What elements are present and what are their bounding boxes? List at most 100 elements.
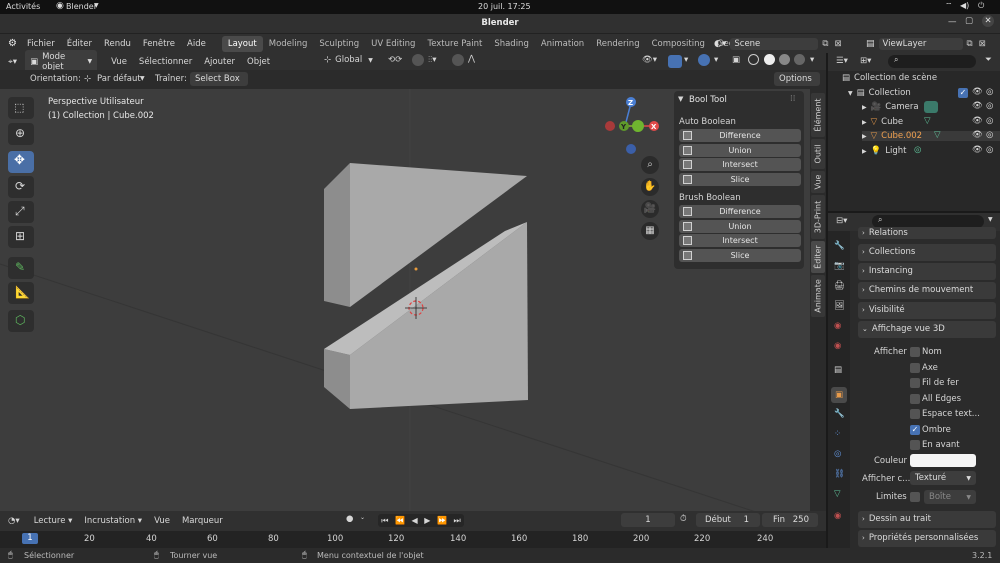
properties-editor-icon[interactable]: ⊟▾: [836, 216, 847, 226]
tab-texture-paint[interactable]: Texture Paint: [421, 36, 488, 52]
expand-arrow-icon[interactable]: ▼: [848, 90, 853, 97]
cursor-tool[interactable]: ⊕: [8, 123, 34, 145]
options-dropdown[interactable]: Options: [774, 72, 820, 86]
snap-options-icon[interactable]: ⫶⫶▾: [428, 55, 437, 65]
outliner-item-cube-002[interactable]: ▶ ▽ Cube.002 ▽ 👁 ◎: [862, 130, 1000, 141]
tab-layout[interactable]: Layout: [221, 35, 263, 52]
app-menu-button[interactable]: Blender: [66, 2, 97, 11]
auto-difference-button[interactable]: Difference: [679, 129, 801, 142]
menu-aide[interactable]: Aide: [181, 39, 212, 49]
playback-dropdown[interactable]: Lecture ▾: [28, 516, 79, 526]
material-shading-icon[interactable]: [779, 54, 790, 65]
tab-tool[interactable]: Outil: [811, 139, 825, 169]
checkbox-5[interactable]: ✓: [910, 425, 920, 435]
output-tab-icon[interactable]: 🖨: [834, 281, 845, 291]
editor-type-icon[interactable]: ⌖▾: [8, 57, 17, 67]
scene-copy-icon[interactable]: ⧉: [822, 39, 828, 49]
jump-key-forward-icon[interactable]: ⏩: [437, 516, 447, 525]
viewlayer-delete-icon[interactable]: ⊠: [979, 39, 986, 49]
measure-tool[interactable]: 📐: [8, 282, 34, 304]
light-data-icon[interactable]: ◎: [914, 145, 921, 155]
xray-icon[interactable]: ▣: [732, 55, 740, 65]
tab-animate[interactable]: Animate: [811, 275, 825, 317]
eye-icon[interactable]: 👁: [972, 145, 983, 155]
visibility-icon[interactable]: 👁▾: [642, 55, 657, 65]
menu-vue[interactable]: Vue: [105, 57, 133, 67]
tab-edit[interactable]: Éditer: [811, 241, 825, 273]
menu-objet[interactable]: Objet: [241, 57, 276, 67]
section-custom-properties[interactable]: › Propriétés personnalisées: [858, 530, 996, 547]
transform-orientation[interactable]: ⊹ Global ▼: [324, 55, 373, 65]
collapse-arrow-icon[interactable]: ▼: [678, 95, 683, 103]
expand-arrow-icon[interactable]: ▶: [862, 119, 867, 126]
snap-icon[interactable]: [412, 54, 424, 66]
drag-handle-icon[interactable]: ⁞⁞: [790, 94, 795, 104]
proportional-edit-icon[interactable]: [452, 54, 464, 66]
checkbox-2[interactable]: [910, 378, 920, 388]
object-tab-icon[interactable]: ▣: [831, 387, 847, 403]
checkbox-0[interactable]: [910, 347, 920, 357]
view-layer-tab-icon[interactable]: 🖼: [834, 301, 845, 311]
record-icon[interactable]: ●: [346, 514, 353, 524]
overlay-dropdown-icon[interactable]: ▾: [714, 55, 718, 65]
display-as-dropdown[interactable]: Texturé ▼: [910, 471, 976, 485]
pan-hand-icon[interactable]: ✋: [641, 178, 659, 196]
particles-tab-icon[interactable]: ⁘: [834, 429, 841, 439]
expand-arrow-icon[interactable]: ▶: [862, 148, 867, 155]
power-icon[interactable]: ⏻: [978, 1, 984, 11]
viewlayer-name[interactable]: ViewLayer: [878, 37, 963, 50]
eye-icon[interactable]: 👁: [972, 116, 983, 126]
menu-fenetre[interactable]: Fenêtre: [137, 39, 181, 49]
checkbox-4[interactable]: [910, 409, 920, 419]
blender-logo-icon[interactable]: ⚙: [8, 38, 17, 49]
brush-intersect-button[interactable]: Intersect: [679, 234, 801, 247]
brush-slice-button[interactable]: Slice: [679, 249, 801, 262]
chevron-down-icon[interactable]: ▼: [988, 216, 993, 223]
camera-render-icon[interactable]: ◎: [986, 145, 993, 155]
jump-key-back-icon[interactable]: ⏪: [395, 516, 405, 525]
timeline-editor-icon[interactable]: ◔▾: [8, 516, 20, 526]
modifier-tab-icon[interactable]: 🔧: [834, 409, 845, 419]
outliner-editor-icon[interactable]: ☰▾: [836, 56, 848, 66]
gizmo-toggle-icon[interactable]: [668, 55, 682, 68]
filter-icon[interactable]: ⏷: [985, 55, 992, 65]
section-motion-paths[interactable]: › Chemins de mouvement: [858, 282, 996, 299]
transform-tool[interactable]: ⊞: [8, 226, 34, 248]
outliner-item-light[interactable]: ▶ 💡 Light ◎ 👁 ◎: [862, 145, 1000, 156]
data-tab-icon[interactable]: ▽: [834, 489, 841, 499]
zoom-icon[interactable]: ⌕: [641, 156, 659, 174]
clock-icon[interactable]: ⏱: [680, 514, 687, 524]
orientation-value[interactable]: Par défaut: [97, 74, 141, 84]
mesh-data-icon[interactable]: ▽: [924, 116, 931, 126]
tool-tab-icon[interactable]: 🔧: [834, 241, 845, 251]
tab-3d-print[interactable]: 3D-Print: [811, 195, 825, 239]
tab-uv-editing[interactable]: UV Editing: [365, 36, 421, 52]
tab-view[interactable]: Vue: [811, 171, 825, 193]
material-tab-icon[interactable]: ◉: [834, 511, 841, 521]
minimize-icon[interactable]: —: [948, 17, 957, 27]
move-tool[interactable]: ✥: [8, 151, 34, 173]
chevron-down-icon[interactable]: ⌄: [360, 514, 365, 521]
menu-selectionner[interactable]: Sélectionner: [133, 57, 198, 67]
clock[interactable]: 20 juil. 17:25: [478, 2, 531, 11]
checkbox-1[interactable]: [910, 363, 920, 373]
add-cube-tool[interactable]: ⬡: [8, 310, 34, 332]
auto-union-button[interactable]: Union: [679, 144, 801, 157]
world-tab-icon[interactable]: ◉: [834, 341, 841, 351]
viewlayer-copy-icon[interactable]: ⧉: [967, 39, 973, 49]
start-frame-field[interactable]: Début 1: [696, 513, 760, 527]
select-box-tool[interactable]: ⬚: [8, 97, 34, 119]
collection-tab-icon[interactable]: ▤: [834, 365, 842, 375]
expand-arrow-icon[interactable]: ▶: [862, 133, 867, 140]
outliner-item-cube[interactable]: ▶ ▽ Cube ▽ 👁 ◎: [862, 116, 1000, 127]
object-color-swatch[interactable]: [910, 454, 976, 467]
camera-render-icon[interactable]: ◎: [986, 116, 993, 126]
tab-compositing[interactable]: Compositing: [646, 36, 711, 52]
camera-view-icon[interactable]: 🎥: [641, 200, 659, 218]
outliner-item-camera[interactable]: ▶ 🎥 Camera 👁 ◎: [862, 101, 1000, 113]
close-icon[interactable]: ✕: [982, 15, 994, 27]
end-frame-field[interactable]: Fin 250: [762, 513, 818, 527]
eye-icon[interactable]: 👁: [972, 87, 983, 97]
section-collections[interactable]: › Collections: [858, 244, 996, 261]
outliner-search-input[interactable]: ⌕: [888, 55, 976, 68]
